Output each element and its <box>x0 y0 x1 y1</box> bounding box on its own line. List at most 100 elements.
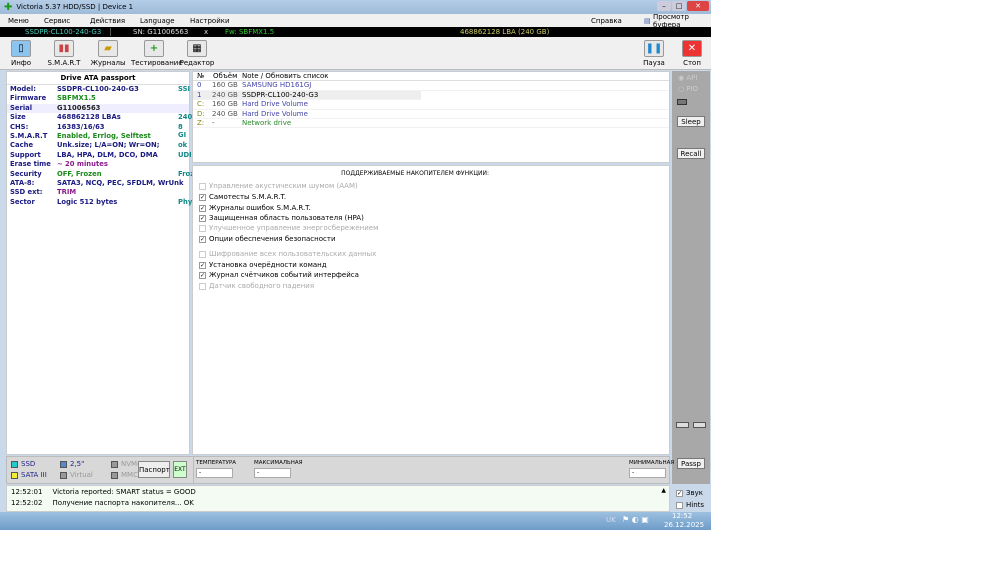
drive-size: 160 GB <box>212 100 238 109</box>
minimize-button[interactable]: – <box>657 1 671 11</box>
device-status-bar: SSDPR-CL100-240-G3 SN: G11006563 x Fw: S… <box>0 27 711 37</box>
clock-date[interactable]: 26.12.2025 <box>664 521 704 529</box>
clock-time[interactable]: 12:52 <box>672 512 692 520</box>
feature-checkbox[interactable]: Датчик свободного падения <box>199 282 314 290</box>
feature-checkbox[interactable]: Улучшенное управление энергосбережением <box>199 224 378 232</box>
editor-button[interactable]: ▦ Редактор <box>177 40 217 67</box>
col-number[interactable]: № <box>197 72 204 80</box>
menu-help[interactable]: Справка <box>591 17 622 25</box>
drive-number: Z: <box>197 118 205 127</box>
feature-checkbox[interactable]: Шифрование всех пользовательских данных <box>199 250 376 258</box>
feature-label: Опции обеспечения безопасности <box>209 235 336 243</box>
checkbox-icon: ✓ <box>199 214 206 222</box>
pio-radio[interactable]: ○ PIO <box>678 85 698 93</box>
testing-button[interactable]: + Тестирование <box>131 40 183 67</box>
passport-key: ATA-8: <box>10 178 35 187</box>
passport-key: Cache <box>10 141 34 150</box>
drive-row[interactable]: 1 240 GB SSDPR-CL100-240-G3 <box>193 90 421 101</box>
title-bar: ✚ Victoria 5.37 HDD/SSD | Device 1 – □ ✕ <box>0 0 711 14</box>
logs-button[interactable]: ▰ Журналы <box>88 40 128 67</box>
stop-label: Стоп <box>683 59 701 67</box>
smart-button[interactable]: ▮▮ S.M.A.R.T <box>44 40 84 67</box>
indicator-led <box>677 99 687 105</box>
menu-language[interactable]: Language <box>140 17 175 25</box>
min-temp-label: МИНИМАЛЬНАЯ <box>629 460 675 466</box>
drive-list: № Объём Note / Обновить список 0 160 GB SAMS… <box>192 71 670 163</box>
menu-settings[interactable]: Настройки <box>190 17 230 25</box>
passport-value: G11006563 <box>57 103 101 112</box>
passp-button[interactable]: Passp <box>677 458 705 469</box>
tray-icons[interactable]: ⚑ ◐ ▣ <box>622 515 649 524</box>
checkbox-icon <box>199 182 206 190</box>
checkbox-icon <box>199 282 206 290</box>
passport-value: TRIM <box>57 188 77 197</box>
passport-extra: UDI <box>178 150 192 159</box>
passport-value: SATA3, NCQ, PEC, SFDLM, WrUnk <box>57 178 184 187</box>
pause-label: Пауза <box>643 59 665 67</box>
status-close[interactable]: x <box>204 28 208 36</box>
editor-icon: ▦ <box>187 40 207 57</box>
small-button-2[interactable] <box>693 422 706 428</box>
close-button[interactable]: ✕ <box>687 1 709 11</box>
feature-checkbox[interactable]: ✓ Установка очерёдности команд <box>199 261 327 269</box>
passport-key: Support <box>10 150 41 159</box>
info-button[interactable]: ▯ Инфо <box>1 40 41 67</box>
feature-checkbox[interactable]: Управление акустическим шумом (AAM) <box>199 182 358 190</box>
testing-label: Тестирование <box>131 59 183 67</box>
feature-checkbox[interactable]: ✓ Журнал счётчиков событий интерфейса <box>199 271 359 279</box>
language-indicator[interactable]: UK <box>606 516 616 524</box>
ext-button[interactable]: EXT <box>173 461 187 478</box>
sound-label: Звук <box>686 489 703 497</box>
recall-button[interactable]: Recall <box>677 148 705 159</box>
api-radio[interactable]: ◉ API <box>678 74 697 82</box>
passport-key: Size <box>10 113 26 122</box>
feature-label: Датчик свободного падения <box>209 282 315 290</box>
log-message: Victoria reported: SMART status = GOOD <box>52 488 196 496</box>
passport-value: Logic 512 bytes <box>57 197 118 206</box>
pause-icon: ❚❚ <box>644 40 664 57</box>
feature-label: Журналы ошибок S.M.A.R.T. <box>209 204 311 212</box>
passport-key: Model: <box>10 85 36 93</box>
checkbox-icon: ✓ <box>199 204 206 212</box>
hints-checkbox[interactable]: Hints <box>676 501 704 509</box>
menu-service[interactable]: Сервис <box>44 17 70 25</box>
passport-row: Support LBA, HPA, DLM, DCO, DMA UDI <box>7 150 192 160</box>
maximize-button[interactable]: □ <box>672 1 686 11</box>
menu-main[interactable]: Меню <box>8 17 29 25</box>
sleep-button[interactable]: Sleep <box>677 116 705 127</box>
feature-checkbox[interactable]: ✓ Самотесты S.M.A.R.T. <box>199 193 286 201</box>
drive-row[interactable]: C: 160 GB Hard Drive Volume <box>193 100 669 110</box>
checkbox-icon: ✓ <box>199 235 206 243</box>
right-panel: ◉ API ○ PIO Sleep Recall Passp <box>672 71 710 484</box>
menu-actions[interactable]: Действия <box>90 17 125 25</box>
feature-checkbox[interactable]: ✓ Защищенная область пользователя (HPA) <box>199 214 364 222</box>
passport-key: Erase time <box>10 160 51 169</box>
small-button-1[interactable] <box>676 422 689 428</box>
passport-key: Firmware <box>10 94 47 103</box>
passport-button[interactable]: Паспорт <box>138 461 170 478</box>
feature-checkbox[interactable]: ✓ Журналы ошибок S.M.A.R.T. <box>199 204 311 212</box>
passport-value: Unk.size; L/A=ON; Wr=ON; <box>57 141 160 150</box>
feature-label: Защищенная область пользователя (HPA) <box>209 214 364 222</box>
temperature-value: - <box>196 468 233 478</box>
col-note[interactable]: Note / Обновить список <box>242 72 329 80</box>
drive-row[interactable]: D: 240 GB Hard Drive Volume <box>193 110 669 119</box>
checkbox-icon: ✓ <box>199 193 206 201</box>
drive-size: 160 GB <box>212 81 238 90</box>
feature-label: Улучшенное управление энергосбережением <box>209 224 379 232</box>
feature-label: Шифрование всех пользовательских данных <box>209 250 377 258</box>
status-firmware: Fw: SBFMX1.5 <box>225 28 275 36</box>
passport-value: 16383/16/63 <box>57 122 105 131</box>
max-temp-value: - <box>254 468 291 478</box>
drive-row[interactable]: Z: - Network drive <box>193 118 669 129</box>
stop-button[interactable]: ✕ Стоп <box>672 40 712 67</box>
pause-button[interactable]: ❚❚ Пауза <box>634 40 674 67</box>
feature-checkbox[interactable]: ✓ Опции обеспечения безопасности <box>199 235 336 243</box>
log-scroll-up[interactable]: ▲ <box>661 487 666 494</box>
passport-value: SBFMX1.5 <box>57 94 96 103</box>
sound-checkbox[interactable]: ✓ Звук <box>676 489 703 497</box>
app-logo-icon: ✚ <box>4 1 13 13</box>
col-size[interactable]: Объём <box>213 72 237 80</box>
drive-number: D: <box>197 109 205 118</box>
drive-row[interactable]: 0 160 GB SAMSUNG HD161GJ <box>193 81 669 91</box>
